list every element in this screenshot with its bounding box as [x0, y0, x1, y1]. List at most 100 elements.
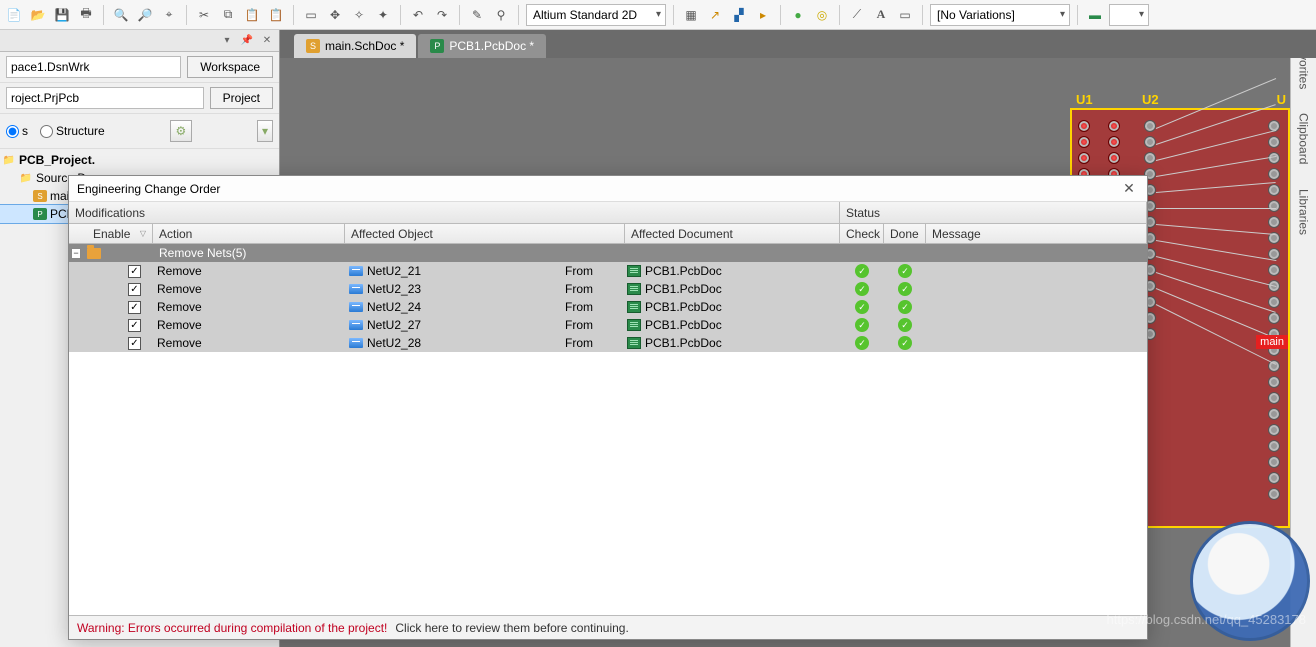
eco-item-row[interactable]: ✓RemoveNetU2_23FromPCB1.PcbDoc✓✓ — [69, 280, 1147, 298]
enable-checkbox[interactable]: ✓ — [128, 283, 141, 296]
tab-main-sch[interactable]: Smain.SchDoc * — [294, 34, 416, 58]
message-cell — [926, 298, 1147, 316]
col-check[interactable]: Check — [840, 224, 884, 243]
project-button[interactable]: Project — [210, 87, 273, 109]
folder-icon — [87, 248, 101, 259]
pad — [1078, 136, 1090, 148]
footer-review-link[interactable]: Click here to review them before continu… — [395, 621, 628, 635]
open-icon[interactable]: 📂 — [28, 5, 48, 25]
string-icon[interactable]: A — [871, 5, 891, 25]
col-affected-document[interactable]: Affected Document — [625, 224, 840, 243]
eco-item-row[interactable]: ✓RemoveNetU2_27FromPCB1.PcbDoc✓✓ — [69, 316, 1147, 334]
cut-icon[interactable]: ✂ — [194, 5, 214, 25]
options-button[interactable]: ⚙ — [170, 120, 192, 142]
project-input[interactable] — [6, 87, 204, 109]
print-icon[interactable]: 🖶 — [76, 5, 96, 25]
eco-body: − Remove Nets(5) ✓RemoveNetU2_21FromPCB1… — [69, 244, 1147, 615]
message-cell — [926, 334, 1147, 352]
document-cell: PCB1.PcbDoc — [625, 334, 840, 352]
pad — [1108, 136, 1120, 148]
paste-special-icon[interactable]: 📋 — [266, 5, 286, 25]
zoom-select-icon[interactable]: ⌖ — [159, 5, 179, 25]
sch-icon: S — [33, 190, 47, 202]
radio-structure[interactable]: Structure — [40, 124, 105, 138]
grid-icon[interactable]: ▦ — [681, 5, 701, 25]
radio-file[interactable]: s — [6, 124, 28, 138]
designator-u1: U1 — [1076, 92, 1093, 107]
col-message[interactable]: Message — [926, 224, 1147, 243]
message-cell — [926, 280, 1147, 298]
col-affected-object[interactable]: Affected Object — [345, 224, 625, 243]
document-cell: PCB1.PcbDoc — [625, 262, 840, 280]
panel-menu-icon[interactable]: ▾ — [219, 33, 235, 49]
col-action[interactable]: Action — [153, 224, 345, 243]
pcbdoc-icon — [627, 337, 641, 349]
eco-section-header: Modifications Status — [69, 202, 1147, 224]
variation-combo[interactable]: [No Variations] — [930, 4, 1070, 26]
move-icon[interactable]: ✥ — [325, 5, 345, 25]
align-icon[interactable]: ↗ — [705, 5, 725, 25]
via-icon[interactable]: ▸ — [753, 5, 773, 25]
copy-icon[interactable]: ⧉ — [218, 5, 238, 25]
col-done[interactable]: Done — [884, 224, 926, 243]
clear-icon[interactable]: ✦ — [373, 5, 393, 25]
enable-checkbox[interactable]: ✓ — [128, 301, 141, 314]
select-rect-icon[interactable]: ▭ — [301, 5, 321, 25]
pad-yellow-icon[interactable]: ◎ — [812, 5, 832, 25]
cross-probe-icon[interactable]: ✎ — [467, 5, 487, 25]
zoom-area-icon[interactable]: 🔎 — [135, 5, 155, 25]
paste-icon[interactable]: 📋 — [242, 5, 262, 25]
sch-icon: S — [306, 39, 320, 53]
redo-icon[interactable]: ↷ — [432, 5, 452, 25]
workspace-button[interactable]: Workspace — [187, 56, 273, 78]
pad — [1268, 392, 1280, 404]
eco-item-row[interactable]: ✓RemoveNetU2_21FromPCB1.PcbDoc✓✓ — [69, 262, 1147, 280]
pad — [1108, 120, 1120, 132]
workspace-input[interactable] — [6, 56, 181, 78]
layer-combo[interactable] — [1109, 4, 1149, 26]
done-ok-icon: ✓ — [898, 318, 912, 332]
zoom-fit-icon[interactable]: 🔍 — [111, 5, 131, 25]
eco-item-row[interactable]: ✓RemoveNetU2_24FromPCB1.PcbDoc✓✓ — [69, 298, 1147, 316]
connection-line — [1156, 240, 1276, 261]
from-cell: From — [563, 334, 625, 352]
save-icon[interactable]: 💾 — [52, 5, 72, 25]
undo-icon[interactable]: ↶ — [408, 5, 428, 25]
enable-checkbox[interactable]: ✓ — [128, 265, 141, 278]
check-ok-icon: ✓ — [855, 264, 869, 278]
layer-icon[interactable]: ▬ — [1085, 5, 1105, 25]
document-cell: PCB1.PcbDoc — [625, 280, 840, 298]
from-cell: From — [563, 316, 625, 334]
eco-group-row[interactable]: − Remove Nets(5) — [69, 244, 1147, 262]
collapse-icon[interactable]: − — [71, 248, 81, 259]
panel-close-icon[interactable]: ✕ — [259, 33, 275, 49]
tab-clipboard[interactable]: Clipboard — [1295, 109, 1313, 168]
net-icon — [349, 266, 363, 276]
connection-line — [1156, 272, 1276, 313]
connection-line — [1156, 224, 1276, 235]
panel-pin-icon[interactable]: 📌 — [239, 33, 255, 49]
folder-icon: 📁 — [2, 153, 16, 167]
pad-green-icon[interactable]: ● — [788, 5, 808, 25]
pad — [1144, 136, 1156, 148]
col-enable[interactable]: Enable▽ — [69, 224, 153, 243]
tree-node-project[interactable]: 📁PCB_Project. — [0, 151, 279, 169]
new-icon[interactable]: 📄 — [4, 5, 24, 25]
close-icon[interactable]: ✕ — [1119, 179, 1139, 199]
eco-dialog: Engineering Change Order ✕ Modifications… — [68, 175, 1148, 640]
track-icon[interactable]: ▞ — [729, 5, 749, 25]
from-cell: From — [563, 298, 625, 316]
line-icon[interactable]: ⟋ — [847, 5, 867, 25]
component-icon[interactable]: ▭ — [895, 5, 915, 25]
connection-line — [1156, 208, 1276, 209]
options-dropdown[interactable]: ▾ — [257, 120, 273, 142]
deselect-icon[interactable]: ✧ — [349, 5, 369, 25]
tab-pcb1[interactable]: PPCB1.PcbDoc * — [418, 34, 546, 58]
eco-item-row[interactable]: ✓RemoveNetU2_28FromPCB1.PcbDoc✓✓ — [69, 334, 1147, 352]
enable-checkbox[interactable]: ✓ — [128, 337, 141, 350]
view-mode-combo[interactable]: Altium Standard 2D — [526, 4, 666, 26]
tab-libraries[interactable]: Libraries — [1295, 185, 1313, 239]
enable-checkbox[interactable]: ✓ — [128, 319, 141, 332]
browse-icon[interactable]: ⚲ — [491, 5, 511, 25]
action-cell: Remove — [153, 298, 345, 316]
